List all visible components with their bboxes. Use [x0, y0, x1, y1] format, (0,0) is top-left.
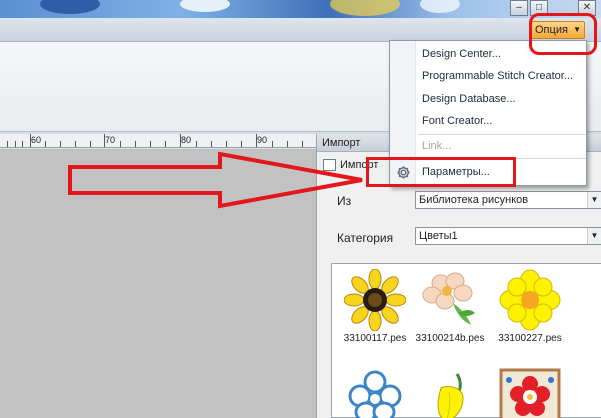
ruler-label: 60 — [31, 135, 42, 145]
ruler-label: 70 — [105, 135, 116, 145]
horizontal-ruler: 60 70 80 90 — [0, 134, 316, 148]
peach-flower-icon — [422, 272, 475, 325]
window-caption: – □ ✕ Опция ▼ — [0, 0, 601, 42]
menu-item-design-database[interactable]: Design Database... — [422, 93, 516, 105]
chevron-down-icon: ▼ — [587, 228, 601, 244]
tulip-icon — [437, 373, 464, 418]
ruler-label: 80 — [181, 135, 192, 145]
thumbnail-label: 33100117.pes — [343, 333, 407, 344]
thumbnail-item[interactable] — [337, 368, 413, 418]
category-label: Категория — [337, 231, 394, 245]
menu-item-font-creator[interactable]: Font Creator... — [422, 115, 492, 127]
from-select-value: Библиотека рисунков — [419, 194, 529, 206]
ruler-label: 90 — [257, 135, 268, 145]
thumbnail-item[interactable]: 33100117.pes — [337, 269, 413, 344]
highlight-options-button — [529, 13, 597, 55]
thumbnail-item[interactable] — [412, 368, 488, 418]
menu-separator — [418, 134, 586, 135]
red-flower-frame-icon — [499, 368, 561, 418]
minimize-button[interactable]: – — [510, 0, 528, 16]
thumbnail-item[interactable]: 33100227.pes — [492, 269, 568, 344]
thumbnail-label: 33100227.pes — [498, 333, 562, 344]
from-select[interactable]: Библиотека рисунков ▼ — [415, 191, 601, 209]
thumbnail-item[interactable] — [492, 368, 568, 418]
menu-item-programmable-stitch-creator[interactable]: Programmable Stitch Creator... — [422, 70, 573, 82]
menu-item-design-center[interactable]: Design Center... — [422, 48, 501, 60]
highlight-settings-item — [366, 157, 516, 187]
category-select[interactable]: Цветы1 ▼ — [415, 227, 601, 245]
design-thumbnail-list: 33100117.pes 33100214b.pes 33100227.pes — [331, 263, 601, 418]
thumbnail-label: 33100214b.pes — [415, 333, 485, 344]
arrow-right-icon — [68, 151, 363, 209]
menu-item-link: Link... — [422, 140, 452, 152]
thumbnail-item[interactable]: 33100214b.pes — [412, 269, 488, 344]
blue-flower-icon — [348, 370, 402, 418]
chevron-down-icon: ▼ — [587, 192, 601, 208]
category-select-value: Цветы1 — [419, 230, 458, 242]
yellow-flower-icon — [499, 269, 561, 331]
sunflower-icon — [344, 269, 406, 331]
